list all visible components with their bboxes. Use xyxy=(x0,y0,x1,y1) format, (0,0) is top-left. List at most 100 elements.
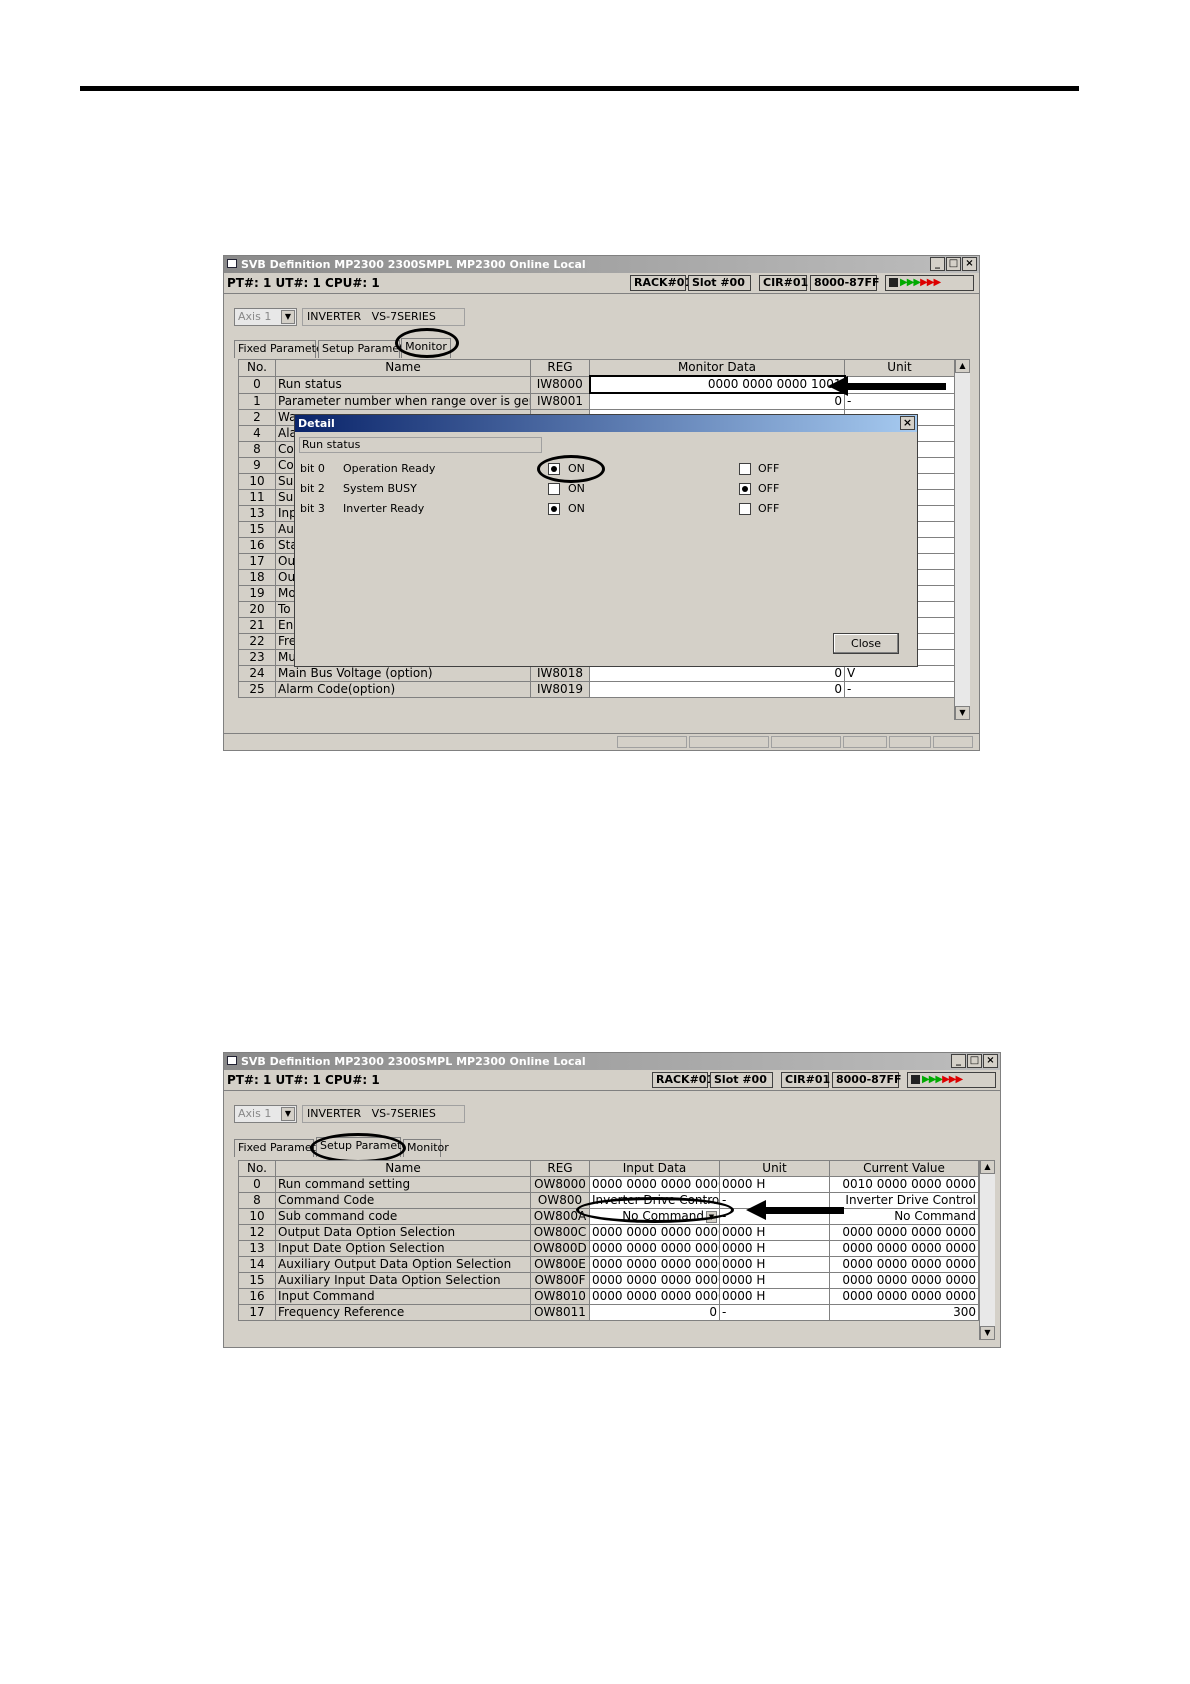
bit-number: bit 0 xyxy=(300,462,325,475)
row-no: 12 xyxy=(238,1224,276,1241)
table-row[interactable]: 25 Alarm Code(option) IW8019 0- xyxy=(238,681,955,698)
axis-select[interactable]: Axis 1 ▼ xyxy=(234,1105,297,1123)
row-no: 0 xyxy=(238,1176,276,1193)
row-current-value: 0000 0000 0000 0000 xyxy=(829,1240,979,1257)
row-name: Input Command xyxy=(275,1288,531,1305)
close-button[interactable]: Close xyxy=(833,633,899,654)
status-row: PT#: 1 UT#: 1 CPU#: 1 RACK#01 Slot #00 C… xyxy=(224,1071,1000,1091)
table-row[interactable]: 24 Main Bus Voltage (option) IW8018 0 V xyxy=(238,665,955,682)
radio-on[interactable] xyxy=(548,483,560,495)
minimize-icon[interactable]: _ xyxy=(951,1054,966,1068)
radio-on[interactable] xyxy=(548,463,560,475)
row-no: 15 xyxy=(238,1272,276,1289)
col-input-data: Input Data xyxy=(589,1160,720,1177)
col-name: Name xyxy=(275,1160,531,1177)
row-no: 8 xyxy=(238,1192,276,1209)
row-no: 4 xyxy=(238,425,276,442)
table-row[interactable]: 13 Input Date Option Selection OW800D 0000 … xyxy=(238,1240,979,1257)
status-indicator-icon: ▶▶▶▶▶▶ xyxy=(907,1072,996,1088)
table-row[interactable]: 16 Input Command OW8010 0000 0000 0000 0000… xyxy=(238,1288,979,1305)
axis-select[interactable]: Axis 1 ▼ xyxy=(234,308,297,326)
tab-setup-parameters[interactable]: Setup Parameters xyxy=(318,340,420,358)
row-current-value: 0000 0000 0000 0000 xyxy=(829,1272,979,1289)
table-row[interactable]: 12 Output Data Option Selection OW800C 0000… xyxy=(238,1224,979,1241)
row-name: Output Data Option Selection xyxy=(275,1224,531,1241)
close-icon[interactable]: × xyxy=(983,1054,998,1068)
minimize-icon[interactable]: _ xyxy=(930,257,945,271)
scroll-up-icon[interactable]: ▲ xyxy=(955,359,970,373)
row-name: Auxiliary Output Data Option Selection xyxy=(275,1256,531,1273)
table-row[interactable]: 10 Sub command code OW800A No Command ▼ - No C… xyxy=(238,1208,979,1225)
row-no: 16 xyxy=(238,1288,276,1305)
scroll-up-icon[interactable]: ▲ xyxy=(980,1160,995,1174)
table-row[interactable]: 15 Auxiliary Input Data Option Selection O… xyxy=(238,1272,979,1289)
row-no: 17 xyxy=(238,1304,276,1321)
tab-fixed-parameters[interactable]: Fixed Parameters xyxy=(234,340,333,358)
row-input-data[interactable]: 0000 0000 0000 0000 xyxy=(589,1240,720,1257)
window-title: SVB Definition MP2300 2300SMPL MP2300 On… xyxy=(241,258,586,271)
tab-monitor[interactable]: Monitor xyxy=(401,338,451,358)
row-input-data[interactable]: 0000 0000 0000 0000 xyxy=(589,1224,720,1241)
vertical-scrollbar[interactable]: ▲ ▼ xyxy=(954,359,970,720)
vertical-scrollbar[interactable]: ▲ ▼ xyxy=(979,1160,995,1340)
row-no: 24 xyxy=(238,665,276,682)
table-row[interactable]: 0 Run status IW8000 0000 0000 0000 1001 xyxy=(238,375,955,394)
chevron-down-icon[interactable]: ▼ xyxy=(281,1107,295,1121)
row-no: 14 xyxy=(238,1256,276,1273)
tab-monitor[interactable]: Monitor xyxy=(403,1139,449,1157)
row-unit: V xyxy=(844,665,955,682)
row-no: 21 xyxy=(238,617,276,634)
slot-field: Slot #00 xyxy=(688,275,751,291)
row-unit: 0000 H xyxy=(719,1224,830,1241)
setup-table: No. Name REG Input Data Unit Current Val… xyxy=(238,1160,979,1321)
bit-number: bit 3 xyxy=(300,502,325,515)
row-no: 13 xyxy=(238,505,276,522)
table-row[interactable]: 1Parameter number when range over is gen… xyxy=(238,392,955,410)
chevron-down-icon[interactable]: ▼ xyxy=(281,310,295,324)
tab-fixed-parameters[interactable]: Fixed Parameter xyxy=(234,1139,327,1157)
row-monitor-data: 0000 0000 0000 1001 xyxy=(588,375,846,394)
row-name: Run status xyxy=(275,375,531,394)
row-input-data[interactable]: 0000 0000 0000 0000 xyxy=(589,1272,720,1289)
range-field: 8000-87FF xyxy=(810,275,880,291)
table-row[interactable]: 17 Frequency Reference OW8011 0-300 xyxy=(238,1304,979,1321)
row-reg: IW8018 xyxy=(530,665,590,682)
table-row[interactable]: 14 Auxiliary Output Data Option Selection… xyxy=(238,1256,979,1273)
radio-off[interactable] xyxy=(739,483,751,495)
row-unit: 0000 H xyxy=(719,1288,830,1305)
chevron-down-icon[interactable]: ▼ xyxy=(706,1210,717,1223)
cir-field: CIR#01 xyxy=(759,275,808,291)
row-input-data[interactable]: 0 xyxy=(589,1304,720,1321)
col-unit: Unit xyxy=(844,359,955,377)
table-row[interactable]: 8 Command Code OW800 Inverter Drive Control… xyxy=(238,1192,979,1209)
row-unit: - xyxy=(844,392,955,410)
col-reg: REG xyxy=(530,359,590,377)
maximize-icon[interactable]: □ xyxy=(946,257,961,271)
radio-off[interactable] xyxy=(739,503,751,515)
row-name: Command Code xyxy=(275,1192,531,1209)
radio-on-label: ON xyxy=(568,482,585,495)
cir-field: CIR#01 xyxy=(781,1072,830,1088)
scroll-down-icon[interactable]: ▼ xyxy=(955,706,970,720)
row-unit: 0000 H xyxy=(719,1272,830,1289)
radio-off[interactable] xyxy=(739,463,751,475)
scroll-down-icon[interactable]: ▼ xyxy=(980,1326,995,1340)
row-input-data[interactable]: 0000 0000 0000 0000 xyxy=(589,1176,720,1193)
row-input-select[interactable]: Inverter Drive Control▼ xyxy=(589,1192,720,1209)
row-input-data[interactable]: 0000 0000 0000 0000 xyxy=(589,1256,720,1273)
bit-row: bit 2 System BUSY ON OFF xyxy=(295,481,895,497)
bit-label: System BUSY xyxy=(343,482,417,495)
maximize-icon[interactable]: □ xyxy=(967,1054,982,1068)
row-unit: 0000 H xyxy=(719,1176,830,1193)
table-row[interactable]: 0 Run command setting OW8000 0000 0000 0000… xyxy=(238,1176,979,1193)
row-no: 8 xyxy=(238,441,276,458)
row-no: 17 xyxy=(238,553,276,570)
row-input-select[interactable]: No Command ▼ xyxy=(589,1208,720,1225)
radio-on[interactable] xyxy=(548,503,560,515)
tab-setup-parameters[interactable]: Setup Parameters xyxy=(316,1137,418,1157)
slot-field: Slot #00 xyxy=(710,1072,773,1088)
close-icon[interactable]: × xyxy=(962,257,977,271)
dialog-close-icon[interactable]: × xyxy=(900,416,915,430)
row-reg: OW8010 xyxy=(530,1288,590,1305)
row-input-data[interactable]: 0000 0000 0000 0000 xyxy=(589,1288,720,1305)
